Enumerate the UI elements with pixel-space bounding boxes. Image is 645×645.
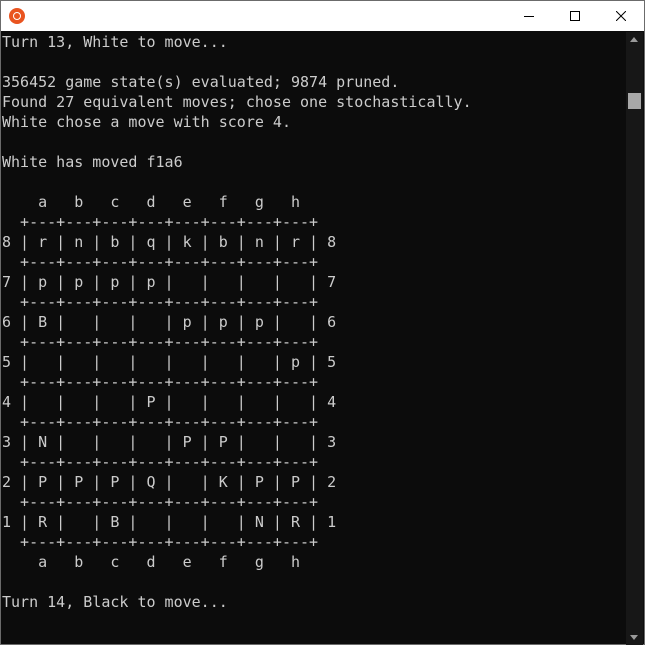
console-line: White has moved f1a6 — [2, 153, 183, 171]
close-button[interactable] — [598, 1, 644, 31]
console-line: 6 | B | | | | p | p | p | | 6 — [2, 313, 337, 331]
console-line: 356452 game state(s) evaluated; 9874 pru… — [2, 73, 400, 91]
console-line: Found 27 equivalent moves; chose one sto… — [2, 93, 472, 111]
title-bar[interactable] — [1, 1, 644, 31]
maximize-icon — [570, 11, 580, 21]
ubuntu-icon[interactable] — [9, 8, 25, 24]
console-line: +---+---+---+---+---+---+---+---+ — [2, 373, 319, 391]
console-line: 1 | R | | B | | | | N | R | 1 — [2, 513, 337, 531]
console-window: Turn 13, White to move... 356452 game st… — [0, 0, 645, 645]
console-line: +---+---+---+---+---+---+---+---+ — [2, 333, 319, 351]
vertical-scrollbar[interactable] — [626, 32, 643, 645]
console-output: Turn 13, White to move... 356452 game st… — [1, 32, 627, 645]
minimize-icon — [524, 16, 534, 17]
console-line: Turn 13, White to move... — [2, 33, 228, 51]
console-line: +---+---+---+---+---+---+---+---+ — [2, 533, 319, 551]
scrollbar-thumb[interactable] — [628, 93, 641, 109]
maximize-button[interactable] — [552, 1, 598, 31]
console-line: 8 | r | n | b | q | k | b | n | r | 8 — [2, 233, 337, 251]
console-line: +---+---+---+---+---+---+---+---+ — [2, 253, 319, 271]
console-line: +---+---+---+---+---+---+---+---+ — [2, 293, 319, 311]
scroll-up-icon[interactable] — [630, 37, 638, 42]
console-line: +---+---+---+---+---+---+---+---+ — [2, 493, 319, 511]
console-text: Turn 13, White to move... 356452 game st… — [1, 32, 627, 612]
minimize-button[interactable] — [506, 1, 552, 31]
console-line: 5 | | | | | | | | p | 5 — [2, 353, 337, 371]
scroll-down-icon[interactable] — [630, 635, 638, 640]
close-icon — [616, 11, 626, 21]
console-line: +---+---+---+---+---+---+---+---+ — [2, 413, 319, 431]
console-line: 3 | N | | | | P | P | | | 3 — [2, 433, 337, 451]
console-line: +---+---+---+---+---+---+---+---+ — [2, 213, 319, 231]
console-line: +---+---+---+---+---+---+---+---+ — [2, 453, 319, 471]
console-line: 7 | p | p | p | p | | | | | 7 — [2, 273, 337, 291]
console-line: 2 | P | P | P | Q | | K | P | P | 2 — [2, 473, 337, 491]
console-line: a b c d e f g h — [2, 193, 301, 211]
console-line: Turn 14, Black to move... — [2, 593, 228, 611]
console-line: a b c d e f g h — [2, 553, 301, 571]
console-line: White chose a move with score 4. — [2, 113, 291, 131]
console-line: 4 | | | | P | | | | | 4 — [2, 393, 337, 411]
